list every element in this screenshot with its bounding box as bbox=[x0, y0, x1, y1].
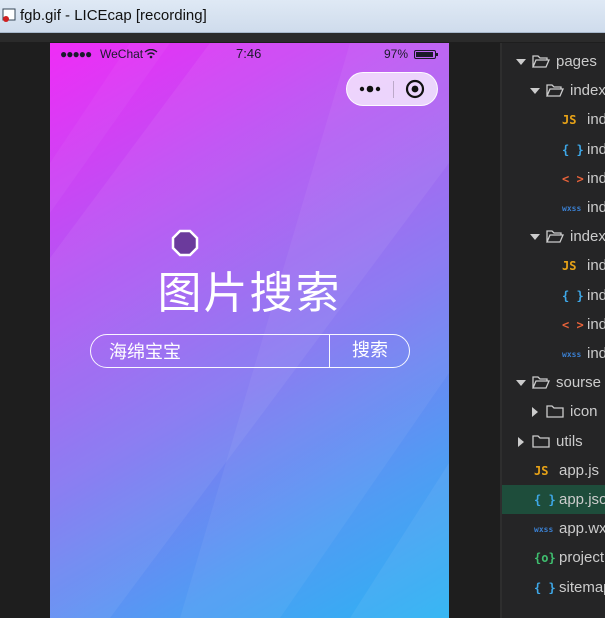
folder-open-icon bbox=[546, 84, 564, 97]
chevron-right-icon[interactable] bbox=[530, 407, 540, 418]
tree-file[interactable]: { }index.json bbox=[502, 281, 605, 310]
tree-folder[interactable]: utils bbox=[502, 427, 605, 456]
wxss-file-icon: wxss bbox=[534, 525, 554, 535]
touch-cursor-indicator bbox=[171, 229, 199, 257]
tree-item-label: index bbox=[570, 82, 605, 100]
status-time: 7:46 bbox=[236, 46, 262, 61]
wxss-file-icon: wxss bbox=[562, 350, 582, 359]
wxml-file-icon: < > bbox=[562, 317, 584, 332]
tree-folder[interactable]: pages bbox=[502, 47, 605, 76]
phone-status-bar: ●●●●● WeChat 7:46 97% bbox=[50, 43, 449, 65]
chevron-down-icon[interactable] bbox=[516, 378, 526, 388]
tree-file[interactable]: wxss index.wxss bbox=[502, 193, 605, 222]
tree-item-label: sourse bbox=[556, 374, 602, 392]
page-title: 图片搜索 bbox=[157, 268, 342, 319]
tree-file[interactable]: {o}project.config.json bbox=[502, 543, 605, 572]
miniprogram-capsule bbox=[346, 72, 438, 106]
tree-folder[interactable]: index bbox=[502, 76, 605, 105]
tree-file[interactable]: { }sitemap.json bbox=[502, 573, 605, 602]
tree-file[interactable]: wxss app.wxss bbox=[502, 514, 605, 543]
licecap-app-icon bbox=[2, 8, 16, 22]
folder-icon bbox=[546, 405, 564, 419]
js-file-icon: JS bbox=[562, 113, 577, 128]
folder-open-icon bbox=[532, 55, 550, 68]
tree-file[interactable]: wxss index.wxss bbox=[502, 339, 605, 368]
tree-file[interactable]: < >index.wxml bbox=[502, 310, 605, 339]
tree-item-label: index bbox=[570, 228, 605, 246]
more-menu-icon[interactable] bbox=[347, 73, 393, 105]
tree-folder[interactable]: icon bbox=[502, 397, 605, 426]
json-file-icon: { } bbox=[534, 580, 556, 595]
chevron-down-icon[interactable] bbox=[516, 57, 526, 67]
tree-item-label: index.json bbox=[587, 286, 605, 304]
background-stripes bbox=[50, 43, 449, 618]
tree-item-label: icon bbox=[570, 403, 598, 421]
wxss-file-icon: wxss bbox=[562, 204, 582, 213]
tree-item-label: sitemap.json bbox=[559, 578, 605, 596]
chevron-down-icon[interactable] bbox=[530, 86, 540, 96]
wifi-icon bbox=[144, 49, 158, 59]
tree-item-label: index.js bbox=[587, 257, 605, 275]
folder-open-icon bbox=[546, 230, 564, 243]
chevron-down-icon[interactable] bbox=[530, 232, 540, 242]
carrier-name: WeChat bbox=[100, 47, 144, 61]
tree-item-label: pages bbox=[556, 53, 597, 70]
search-bar: 搜索 bbox=[90, 334, 410, 368]
close-miniprogram-icon[interactable] bbox=[394, 73, 438, 105]
wxml-file-icon: < > bbox=[562, 171, 584, 186]
js-file-icon: JS bbox=[534, 463, 549, 478]
tree-item-label: utils bbox=[556, 432, 583, 450]
config-file-icon: {o} bbox=[534, 551, 556, 566]
signal-strength: ●●●●● bbox=[60, 47, 92, 61]
tree-file[interactable]: JS index.js bbox=[502, 251, 605, 280]
tree-file[interactable]: < >index.wxml bbox=[502, 164, 605, 193]
battery-percent: 97% bbox=[384, 47, 409, 61]
json-file-icon: { } bbox=[534, 493, 556, 507]
tree-item-label: app.js bbox=[559, 461, 600, 479]
battery-icon bbox=[414, 50, 438, 59]
tree-file[interactable]: { }index.json bbox=[502, 135, 605, 164]
tree-item-label: app.wxss bbox=[559, 520, 605, 538]
tree-item-label: index.wxml bbox=[587, 315, 605, 333]
tree-item-label: index.wxss bbox=[587, 345, 605, 362]
tree-folder[interactable]: sourse bbox=[502, 368, 605, 397]
window-title-bar: fgb.gif - LICEcap [recording] bbox=[0, 0, 605, 33]
search-input[interactable] bbox=[109, 340, 319, 361]
title-separator bbox=[0, 33, 605, 42]
js-file-icon: JS bbox=[562, 259, 577, 274]
tree-folder[interactable]: index bbox=[502, 222, 605, 251]
tree-item-label: index.wxss bbox=[587, 199, 605, 216]
tree-file[interactable]: JS app.js bbox=[502, 456, 605, 485]
json-file-icon: { } bbox=[562, 142, 584, 157]
tree-item-label: index.json bbox=[587, 140, 605, 158]
folder-open-icon bbox=[532, 376, 550, 389]
tree-item-label: index.wxml bbox=[587, 169, 605, 187]
json-file-icon: { } bbox=[562, 288, 584, 303]
search-divider bbox=[329, 335, 330, 367]
tree-file[interactable]: { }app.json bbox=[502, 485, 605, 514]
file-explorer: pagesindexJSindex.js{ }index.json< >inde… bbox=[502, 43, 605, 618]
chevron-right-icon[interactable] bbox=[516, 436, 526, 447]
tree-file[interactable]: JS index.js bbox=[502, 105, 605, 134]
folder-icon bbox=[532, 434, 550, 448]
tree-item-label: index.js bbox=[587, 111, 605, 129]
window-title: fgb.gif - LICEcap [recording] bbox=[20, 7, 207, 24]
simulator-screen: ●●●●● WeChat 7:46 97% 图片搜索 搜索 bbox=[50, 43, 449, 618]
search-button[interactable]: 搜索 bbox=[331, 335, 409, 367]
tree-item-label: app.json bbox=[559, 491, 605, 508]
tree-item-label: project.config.json bbox=[559, 549, 605, 567]
